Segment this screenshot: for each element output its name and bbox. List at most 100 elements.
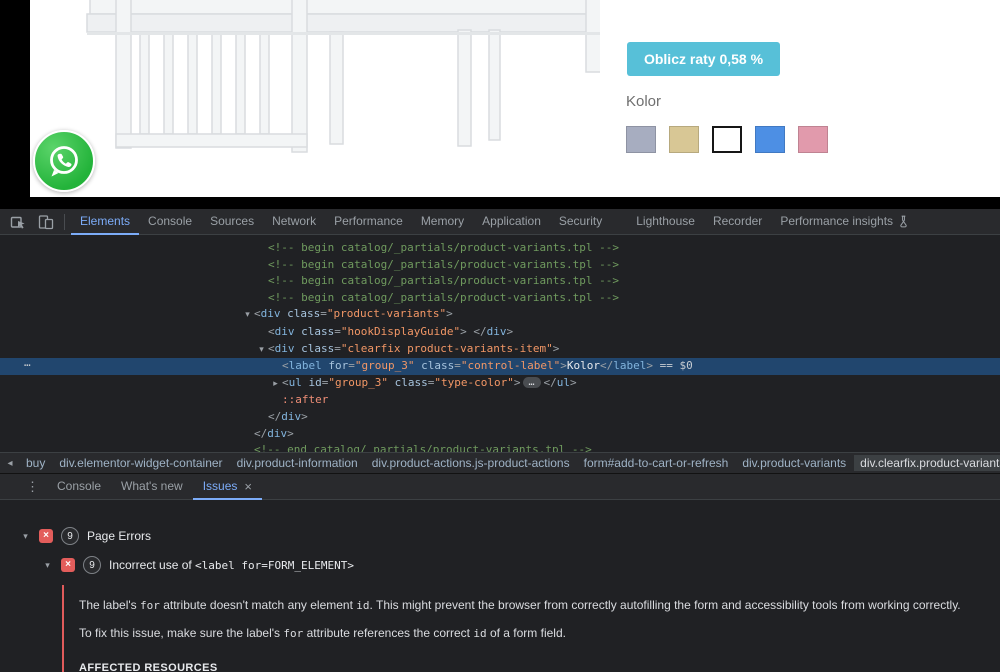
elements-tree-row[interactable]: <!-- end catalog/_partials/product-varia…	[0, 442, 1000, 452]
code-token: >	[513, 375, 521, 389]
devtools-tab-memory[interactable]: Memory	[412, 209, 473, 235]
collapsed-content-icon[interactable]: …	[523, 376, 541, 388]
collapse-triangle-icon[interactable]: ▾	[42, 560, 53, 571]
code-token: >	[646, 359, 653, 373]
code-token: <!-- begin catalog/_partials/product-var…	[268, 241, 619, 254]
text-segment: id	[356, 599, 370, 612]
code-token: "product-variants"	[326, 307, 447, 321]
collapse-triangle-icon[interactable]: ▾	[20, 531, 31, 542]
devtools-tab-lighthouse[interactable]: Lighthouse	[627, 209, 704, 235]
devtools-toolbar: Elements Console Sources Network Performance…	[0, 209, 1000, 235]
disclosure-arrow-icon[interactable]: ▾	[241, 307, 254, 324]
devtools-panel: Elements Console Sources Network Performance…	[0, 209, 1000, 672]
code-token: label	[613, 359, 647, 373]
elements-tree-row[interactable]: <div class="hookDisplayGuide"> </div>	[0, 324, 1000, 341]
elements-tree: <!-- begin catalog/_partials/product-var…	[0, 235, 1000, 452]
devtools-tab-network[interactable]: Network	[263, 209, 325, 235]
drawer-tab-bar: ⋮ Console What's new Issues ×	[0, 473, 1000, 500]
code-token: >	[560, 359, 567, 373]
code-token: div	[274, 324, 295, 338]
text-segment: . This might prevent the browser from co…	[369, 598, 961, 612]
drawer-tab-issues[interactable]: Issues ×	[193, 474, 262, 500]
drawer-menu-icon[interactable]: ⋮	[26, 479, 39, 495]
code-token: <!-- end catalog/_partials/product-varia…	[254, 443, 592, 452]
devtools-tab-performance-insights[interactable]: Performance insights	[771, 209, 918, 235]
code-token: >	[570, 375, 577, 389]
toolbar-separator	[64, 213, 65, 230]
issues-group-label: Page Errors	[87, 529, 152, 543]
text-segment: for	[283, 627, 304, 640]
breadcrumb-item[interactable]: form#add-to-cart-or-refresh	[578, 455, 735, 471]
drawer-tab-what-s-new[interactable]: What's new	[111, 474, 193, 500]
devtools-tab-application[interactable]: Application	[473, 209, 550, 235]
elements-tree-row[interactable]: <!-- begin catalog/_partials/product-var…	[0, 290, 1000, 307]
code-token: <	[254, 307, 261, 321]
text-segment: for	[140, 599, 160, 612]
disclosure-arrow-icon[interactable]: ▾	[255, 342, 268, 359]
text-segment: id	[473, 627, 487, 640]
installments-button[interactable]: Oblicz raty 0,58 %	[627, 42, 780, 76]
breadcrumb-item[interactable]: div.clearfix.product-variants-item	[854, 455, 1000, 471]
product-page-region: Oblicz raty 0,58 % Kolor	[0, 0, 1000, 197]
error-icon: ×	[61, 558, 75, 572]
breadcrumb-item[interactable]: div.elementor-widget-container	[53, 455, 228, 471]
code-token: =	[348, 359, 355, 373]
code-token: div	[281, 409, 302, 423]
inspect-element-icon[interactable]	[10, 214, 26, 230]
issue-row[interactable]: ▾ × 9 Incorrect use of <label for=FORM_E…	[0, 555, 1000, 575]
whatsapp-icon	[50, 146, 78, 177]
code-token: >	[287, 426, 294, 440]
code-token: >	[301, 409, 308, 423]
color-swatch-gray-blue[interactable]	[626, 126, 656, 153]
whatsapp-button[interactable]	[33, 130, 95, 192]
devtools-tab-security[interactable]: Security	[550, 209, 611, 235]
code-token: for	[321, 359, 349, 373]
code-token: >	[460, 324, 474, 338]
code-token: id	[301, 375, 322, 389]
code-token: <	[282, 375, 289, 389]
devtools-tab-elements[interactable]: Elements	[71, 209, 139, 235]
breadcrumb: ◂ buy div.elementor-widget-container div.p…	[0, 452, 1000, 473]
color-swatch-white[interactable]	[712, 126, 742, 153]
breadcrumb-item[interactable]: div.product-information	[231, 455, 364, 471]
color-swatch-sand[interactable]	[669, 126, 699, 153]
code-token: <	[282, 359, 289, 373]
devtools-tab-performance[interactable]: Performance	[325, 209, 412, 235]
code-token: <	[268, 341, 275, 355]
breadcrumb-item[interactable]: div.product-actions.js-product-actions	[366, 455, 576, 471]
devtools-tab-recorder[interactable]: Recorder	[704, 209, 771, 235]
elements-tree-row[interactable]: ▾ <div class="product-variants">	[0, 306, 1000, 324]
elements-tree-row[interactable]: ▸ <ul id="group_3" class="type-color">… </…	[0, 375, 1000, 393]
elements-tree-row[interactable]: <!-- begin catalog/_partials/product-var…	[0, 240, 1000, 257]
breadcrumb-scroll-left-icon[interactable]: ◂	[0, 458, 20, 469]
issue-title: Incorrect use of <label for=FORM_ELEMENT…	[109, 558, 354, 572]
code-token: =	[334, 341, 341, 355]
color-swatch-blue[interactable]	[755, 126, 785, 153]
text-segment: To fix this issue, make sure the label's	[79, 626, 284, 640]
elements-tree-row[interactable]: ▾ <div class="clearfix product-variants-i…	[0, 341, 1000, 359]
text-segment: attribute doesn't match any element	[159, 598, 357, 612]
elements-tree-row[interactable]: </div>	[0, 426, 1000, 443]
elements-tree-row[interactable]: <!-- begin catalog/_partials/product-var…	[0, 257, 1000, 274]
code-token: "clearfix product-variants-item"	[340, 341, 553, 355]
breadcrumb-item[interactable]: div.product-variants	[736, 455, 852, 471]
disclosure-arrow-icon[interactable]: ▸	[269, 376, 282, 393]
color-swatch-pink[interactable]	[798, 126, 828, 153]
screenshot-root: Oblicz raty 0,58 % Kolor Elements Console…	[0, 0, 1000, 672]
elements-tree-row[interactable]: <!-- begin catalog/_partials/product-var…	[0, 273, 1000, 290]
code-token: == $0	[652, 359, 693, 373]
issues-tab-close-icon[interactable]: ×	[244, 474, 252, 499]
devtools-tab-sources[interactable]: Sources	[201, 209, 263, 235]
issue-count-badge: 9	[61, 527, 79, 545]
issues-group-row[interactable]: ▾ × 9 Page Errors	[0, 526, 1000, 546]
device-toolbar-icon[interactable]	[38, 214, 54, 230]
breadcrumb-item[interactable]: buy	[20, 455, 51, 471]
drawer-tab-console[interactable]: Console	[47, 474, 111, 500]
code-token: </	[268, 409, 282, 423]
devtools-tab-console[interactable]: Console	[139, 209, 201, 235]
row-menu-icon[interactable]: …	[24, 355, 32, 372]
elements-tree-row[interactable]: </div>	[0, 409, 1000, 426]
code-token: <	[268, 324, 275, 338]
elements-tree-row[interactable]: … <label for="group_3" class="control-lab…	[0, 355, 1000, 375]
elements-tree-row[interactable]: ::after	[0, 392, 1000, 409]
